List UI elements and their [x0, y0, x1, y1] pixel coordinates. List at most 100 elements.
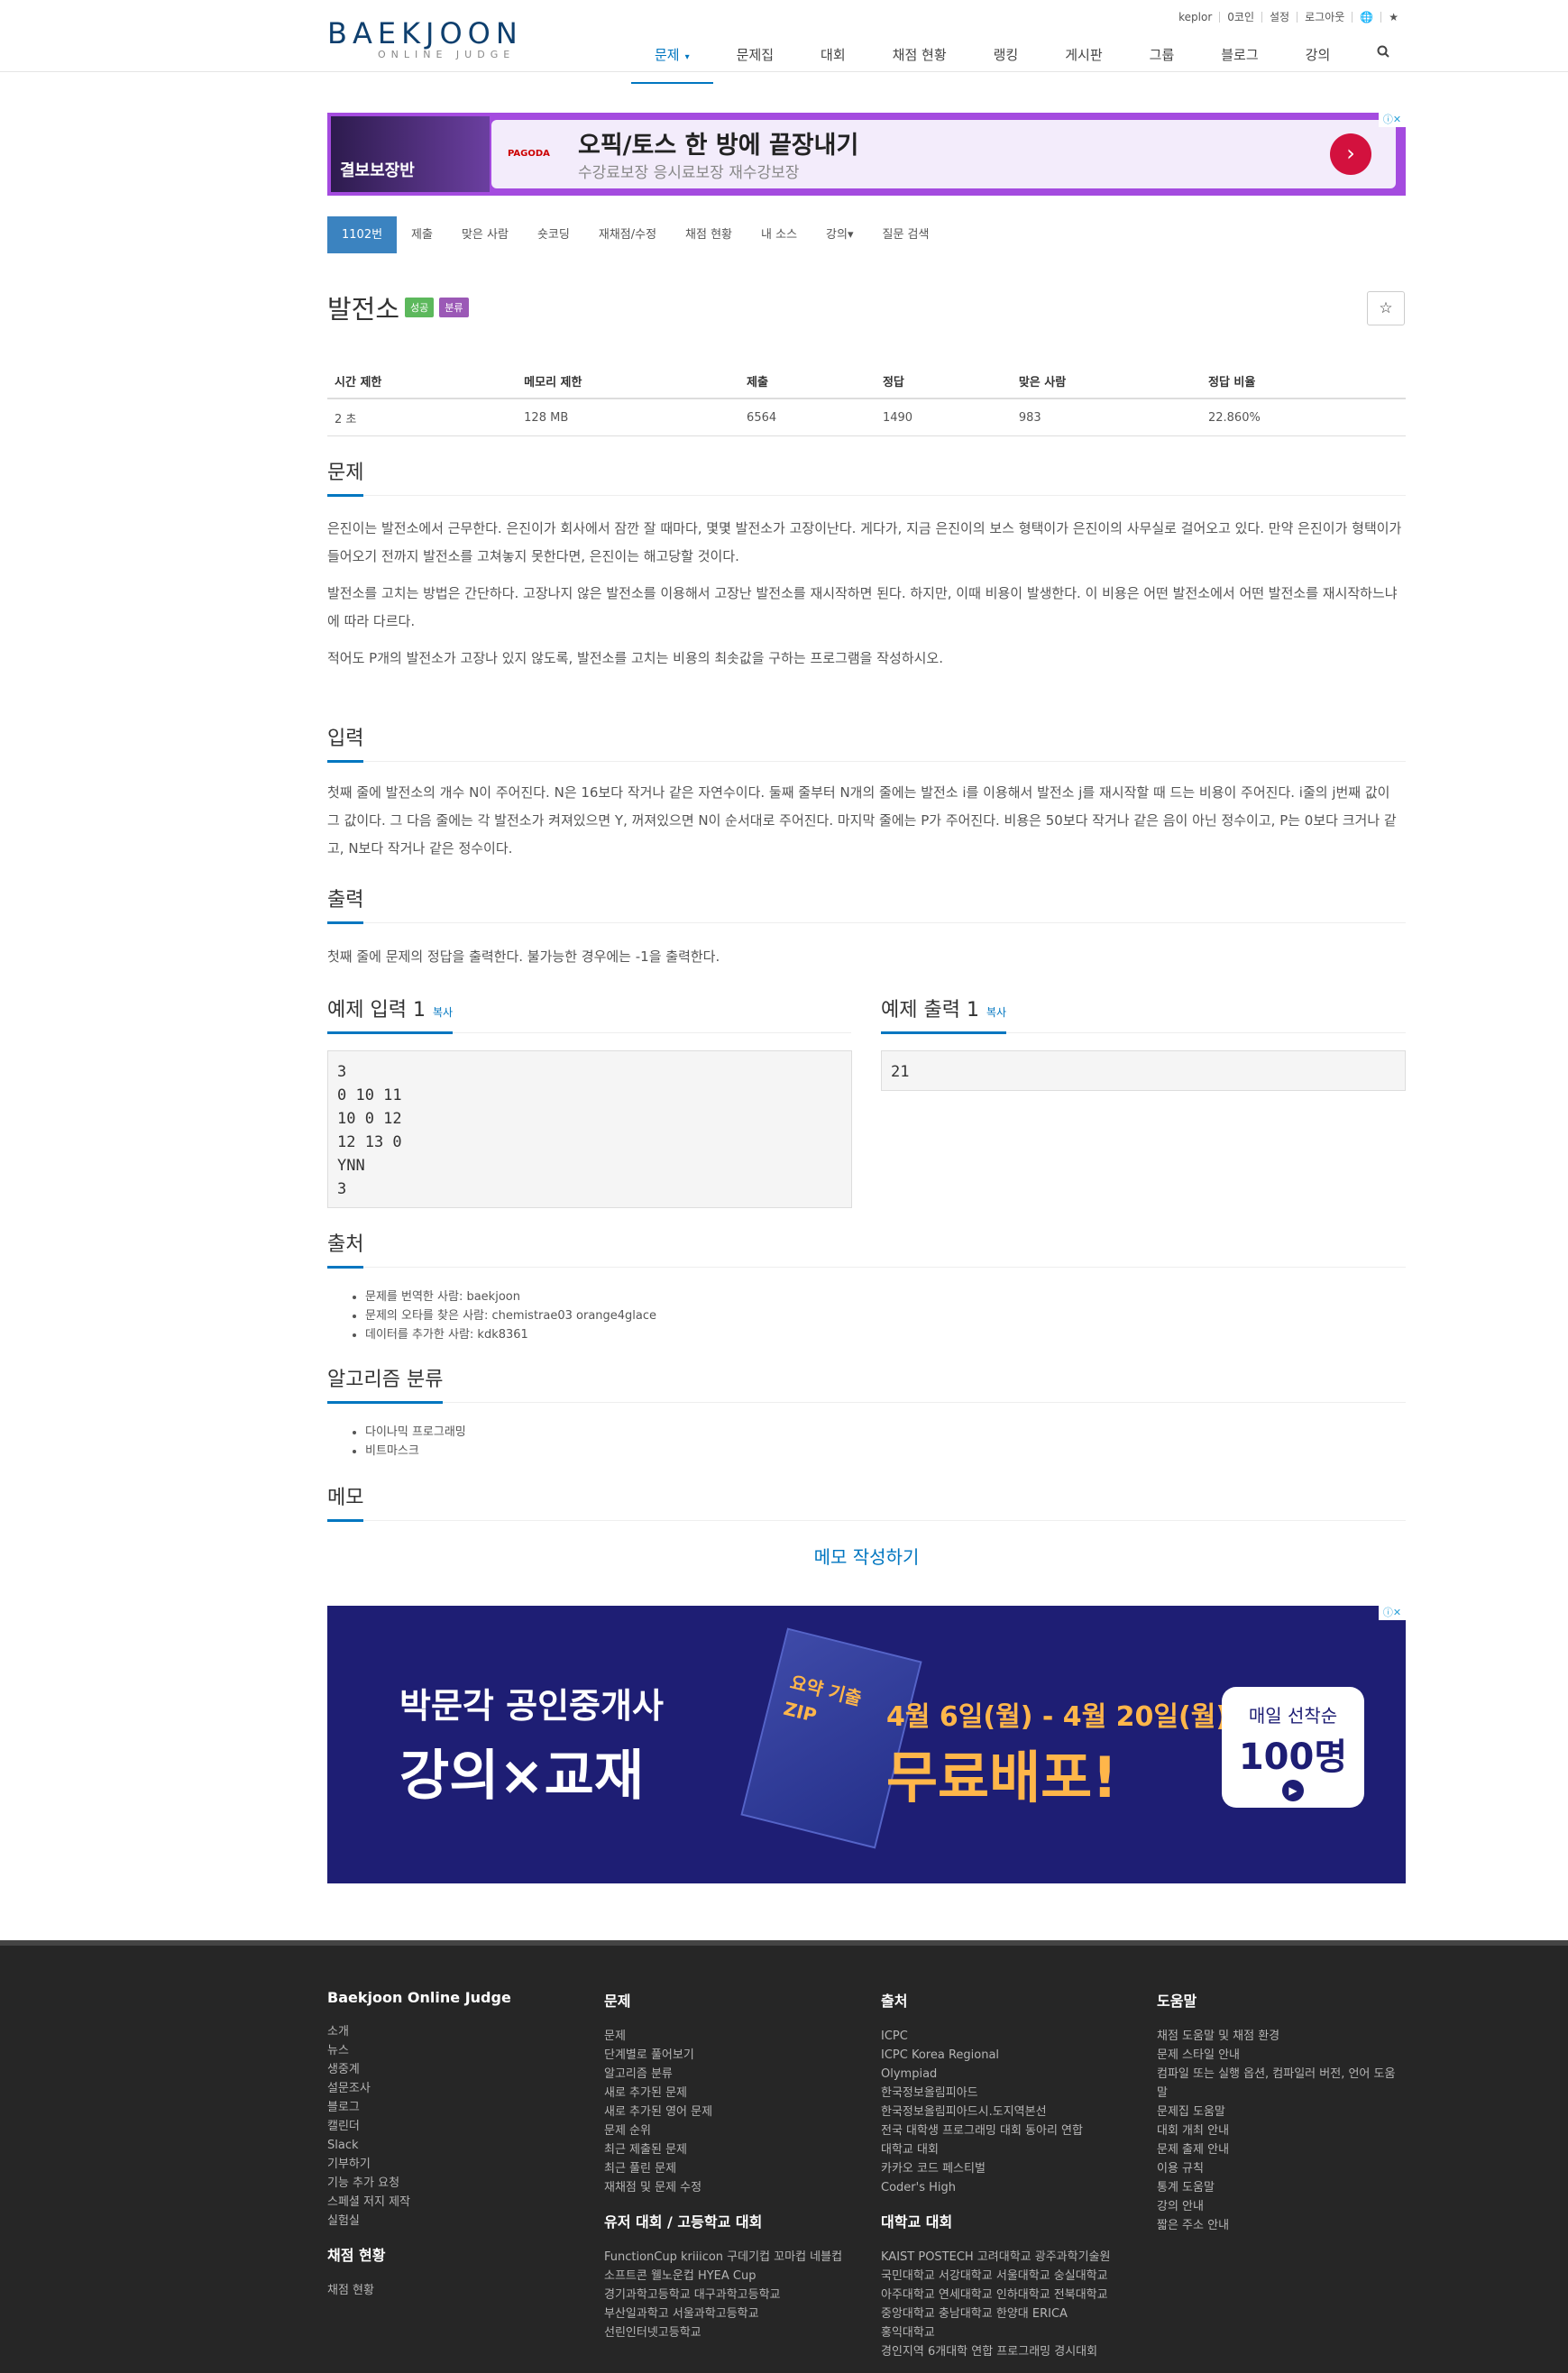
- tab-submit[interactable]: 제출: [397, 216, 447, 253]
- footer-link[interactable]: 부산일과학고 서울과학고등학교: [604, 2304, 866, 2323]
- footer-link[interactable]: 단계별로 풀어보기: [604, 2046, 866, 2065]
- footer-link[interactable]: Olympiad: [881, 2065, 1142, 2084]
- footer-link[interactable]: KAIST POSTECH 고려대학교 광주과학기술원: [881, 2248, 1142, 2267]
- copy-link[interactable]: 복사: [986, 1006, 1006, 1019]
- footer-link[interactable]: ICPC: [881, 2027, 1142, 2046]
- footer-link[interactable]: 선린인터넷고등학교: [604, 2323, 866, 2342]
- footer-link[interactable]: 한국정보올림피아드: [881, 2084, 1142, 2103]
- settings-link[interactable]: 설정: [1262, 9, 1297, 24]
- tab-status[interactable]: 채점 현황: [671, 216, 747, 253]
- ad-line2: 강의×교재: [399, 1745, 645, 1808]
- footer-link[interactable]: 최근 풀린 문제: [604, 2159, 866, 2178]
- list-item[interactable]: 다이나믹 프로그래밍: [365, 1423, 466, 1442]
- section-title: 문제: [327, 456, 364, 497]
- nav-groups[interactable]: 그룹: [1126, 38, 1198, 84]
- copy-link[interactable]: 복사: [433, 1006, 453, 1019]
- logo[interactable]: BAEKJOON ONLINE JUDGE: [327, 16, 562, 63]
- footer-link[interactable]: 설문조사: [327, 2079, 589, 2098]
- problem-title-row: 발전소 성공 분류: [327, 289, 469, 326]
- footer-link[interactable]: 새로 추가된 영어 문제: [604, 2103, 866, 2121]
- sample-output-box[interactable]: 21: [881, 1050, 1406, 1091]
- footer-link[interactable]: Slack: [327, 2136, 589, 2155]
- footer-link[interactable]: ICPC Korea Regional: [881, 2046, 1142, 2065]
- footer-link[interactable]: 중앙대학교 충남대학교 한양대 ERICA: [881, 2304, 1142, 2323]
- footer-link[interactable]: 생중계: [327, 2060, 589, 2079]
- status-badge-success[interactable]: 성공: [405, 298, 435, 317]
- write-memo-link[interactable]: 메모 작성하기: [327, 1543, 1406, 1569]
- footer-link[interactable]: 홍익대학교: [881, 2323, 1142, 2342]
- globe-icon[interactable]: 🌐: [1353, 11, 1380, 23]
- footer-link[interactable]: 문제: [604, 2027, 866, 2046]
- nav-lectures[interactable]: 강의: [1282, 38, 1354, 84]
- footer-link[interactable]: 문제집 도움말: [1157, 2103, 1406, 2121]
- tab-my-source[interactable]: 내 소스: [747, 216, 812, 253]
- footer-link[interactable]: 기부하기: [327, 2155, 589, 2174]
- footer-link[interactable]: 경인지역 6개대학 연합 프로그래밍 경시대회: [881, 2342, 1142, 2361]
- footer-link[interactable]: 짧은 주소 안내: [1157, 2216, 1406, 2235]
- adchoices-icon[interactable]: ⓘ✕: [1379, 1606, 1406, 1620]
- tab-rejudge[interactable]: 재채점/수정: [584, 216, 671, 253]
- username-link[interactable]: keplor: [1171, 11, 1219, 23]
- footer-link[interactable]: 소프트콘 웰노운컵 HYEA Cup: [604, 2267, 866, 2286]
- footer-link[interactable]: 실험실: [327, 2212, 589, 2231]
- tab-solvers[interactable]: 맞은 사람: [447, 216, 523, 253]
- footer-link[interactable]: 강의 안내: [1157, 2197, 1406, 2216]
- adchoices-icon[interactable]: ⓘ✕: [1379, 113, 1406, 127]
- footer-link[interactable]: 새로 추가된 문제: [604, 2084, 866, 2103]
- footer-link[interactable]: 채점 현황: [327, 2281, 589, 2300]
- logout-link[interactable]: 로그아웃: [1297, 9, 1352, 24]
- nav-contests[interactable]: 대회: [797, 38, 869, 84]
- ad-image: 결보보장반: [331, 116, 490, 192]
- nav-ranking[interactable]: 랭킹: [970, 38, 1042, 84]
- favorite-star-button[interactable]: ☆: [1367, 291, 1405, 325]
- footer-link[interactable]: 재채점 및 문제 수정: [604, 2178, 866, 2197]
- footer-link[interactable]: 최근 제출된 문제: [604, 2140, 866, 2159]
- nav-blog[interactable]: 블로그: [1197, 38, 1281, 84]
- bottom-ad-banner[interactable]: 박문각 공인중개사 강의×교재 요약 기출 ZIP 4월 6일(월) - 4월 …: [327, 1606, 1406, 1883]
- status-badge-category[interactable]: 분류: [439, 298, 469, 317]
- star-icon[interactable]: ★: [1381, 11, 1406, 23]
- footer-link[interactable]: 뉴스: [327, 2041, 589, 2060]
- chevron-right-icon[interactable]: ›: [1330, 133, 1371, 175]
- list-item[interactable]: 비트마스크: [365, 1442, 466, 1461]
- footer-link[interactable]: 전국 대학생 프로그래밍 대회 동아리 연합: [881, 2121, 1142, 2140]
- footer-link[interactable]: 대학교 대회: [881, 2140, 1142, 2159]
- tab-lectures[interactable]: 강의▾: [812, 216, 867, 253]
- footer-link[interactable]: 한국정보올림피아드시.도지역본선: [881, 2103, 1142, 2121]
- nav-problems[interactable]: 문제 ▾: [631, 38, 713, 84]
- table-header: 제출: [739, 363, 876, 399]
- footer-link[interactable]: 스페셜 저지 제작: [327, 2193, 589, 2212]
- search-icon[interactable]: [1353, 38, 1413, 84]
- footer-link[interactable]: 문제 순위: [604, 2121, 866, 2140]
- footer-link[interactable]: 통계 도움말: [1157, 2178, 1406, 2197]
- footer-link[interactable]: 경기과학고등학교 대구과학고등학교: [604, 2286, 866, 2304]
- footer-link[interactable]: 소개: [327, 2022, 589, 2041]
- footer-link[interactable]: 국민대학교 서강대학교 서울대학교 숭실대학교: [881, 2267, 1142, 2286]
- footer-link[interactable]: 기능 추가 요청: [327, 2174, 589, 2193]
- footer-link[interactable]: 채점 도움말 및 채점 환경: [1157, 2027, 1406, 2046]
- footer-link[interactable]: 카카오 코드 페스티벌: [881, 2159, 1142, 2178]
- footer-link[interactable]: 문제 스타일 안내: [1157, 2046, 1406, 2065]
- logo-main-text: BAEKJOON: [327, 16, 523, 50]
- tab-question-search[interactable]: 질문 검색: [867, 216, 943, 253]
- footer-link[interactable]: 블로그: [327, 2098, 589, 2117]
- footer-link[interactable]: 알고리즘 분류: [604, 2065, 866, 2084]
- table-header: 정답: [875, 363, 1012, 399]
- footer-link[interactable]: Coder's High: [881, 2178, 1142, 2197]
- coin-link[interactable]: 0코인: [1220, 9, 1261, 24]
- section-input-heading: 입력: [327, 722, 1406, 763]
- sample-input-box[interactable]: 3 0 10 11 10 0 12 12 13 0 YNN 3: [327, 1050, 852, 1208]
- footer-link[interactable]: FunctionCup kriiicon 구데기컵 꼬마컵 네블컵: [604, 2248, 866, 2267]
- nav-workbooks[interactable]: 문제집: [713, 38, 797, 84]
- nav-board[interactable]: 게시판: [1041, 38, 1125, 84]
- footer-link[interactable]: 컴파일 또는 실행 옵션, 컴파일러 버전, 언어 도움말: [1157, 2065, 1406, 2103]
- footer-link[interactable]: 이용 규칙: [1157, 2159, 1406, 2178]
- footer-link[interactable]: 문제 출제 안내: [1157, 2140, 1406, 2159]
- tab-shortcoding[interactable]: 숏코딩: [523, 216, 584, 253]
- footer-link[interactable]: 대회 개최 안내: [1157, 2121, 1406, 2140]
- nav-status[interactable]: 채점 현황: [869, 38, 970, 84]
- tab-problem[interactable]: 1102번: [327, 216, 398, 253]
- footer-link[interactable]: 아주대학교 연세대학교 인하대학교 전북대학교: [881, 2286, 1142, 2304]
- top-ad-banner[interactable]: 결보보장반 PAGODA 오픽/토스 한 방에 끝장내기 수강료보장 응시료보장…: [327, 113, 1406, 196]
- footer-link[interactable]: 캘린더: [327, 2117, 589, 2136]
